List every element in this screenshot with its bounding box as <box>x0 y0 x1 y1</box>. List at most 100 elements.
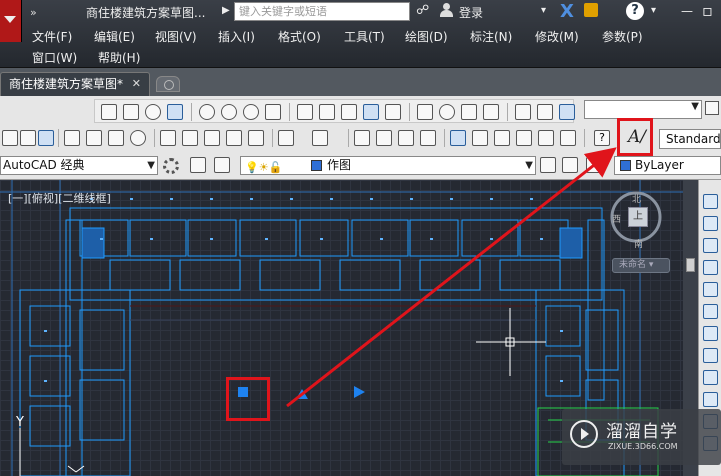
jogged-icon[interactable] <box>221 104 237 120</box>
erase-icon[interactable] <box>703 194 718 209</box>
help-dropdown-icon[interactable]: ▾ <box>651 5 656 16</box>
help-icon[interactable]: ? <box>626 2 644 20</box>
menu-modify[interactable]: 修改(M) <box>535 28 579 46</box>
ordinate-icon[interactable] <box>167 104 183 120</box>
rotate-icon[interactable] <box>703 326 718 341</box>
markup-icon[interactable] <box>538 130 554 146</box>
tolerance-icon[interactable] <box>417 104 433 120</box>
menu-window[interactable]: 窗口(W) <box>32 49 77 67</box>
viewcube-top-face[interactable]: 上 <box>628 207 648 227</box>
login-dropdown-icon[interactable]: ▾ <box>541 5 546 16</box>
undo-icon[interactable] <box>278 130 294 146</box>
autodesk-x-icon[interactable]: X <box>560 1 574 22</box>
minimize-icon[interactable]: — <box>681 4 693 18</box>
color-combo[interactable]: ByLayer <box>614 156 721 175</box>
sheet-set-icon[interactable] <box>516 130 532 146</box>
zoom-previous-icon[interactable] <box>420 130 436 146</box>
viewcube-west-label[interactable]: 西 <box>612 212 621 225</box>
help-button-icon[interactable]: ? <box>594 130 610 146</box>
grip-arrow-marker[interactable] <box>354 386 365 398</box>
gear-icon[interactable] <box>163 158 179 174</box>
title-expand-icon[interactable]: ▶ <box>222 5 230 16</box>
menu-insert[interactable]: 插入(I) <box>218 28 255 46</box>
dimension-break-icon[interactable] <box>385 104 401 120</box>
text-style-combo[interactable]: Standard <box>659 129 721 149</box>
copy-icon[interactable] <box>182 130 198 146</box>
menu-parametric[interactable]: 参数(P) <box>602 28 643 46</box>
jogged-linear-icon[interactable] <box>483 104 499 120</box>
menu-edit[interactable]: 编辑(E) <box>94 28 135 46</box>
search-input[interactable]: 键入关键字或短语 <box>234 2 410 21</box>
center-mark-icon[interactable] <box>439 104 455 120</box>
menu-help[interactable]: 帮助(H) <box>98 49 140 67</box>
zoom-realtime-icon[interactable] <box>376 130 392 146</box>
quick-dimension-icon[interactable] <box>297 104 313 120</box>
make-current-layer-icon[interactable] <box>540 157 556 173</box>
arc-length-icon[interactable] <box>145 104 161 120</box>
zoom-window-icon[interactable] <box>398 130 414 146</box>
layer-previous-icon[interactable] <box>562 157 578 173</box>
design-center-icon[interactable] <box>472 130 488 146</box>
paste-icon[interactable] <box>204 130 220 146</box>
dimension-text-edit-icon[interactable] <box>537 104 553 120</box>
dimension-space-icon[interactable] <box>363 104 379 120</box>
angular-icon[interactable] <box>265 104 281 120</box>
array-icon[interactable] <box>703 282 718 297</box>
plot-icon[interactable] <box>64 130 80 146</box>
mirror-icon[interactable] <box>703 238 718 253</box>
dimension-style-icon[interactable] <box>705 101 719 115</box>
menu-view[interactable]: 视图(V) <box>155 28 197 46</box>
exchange-icon[interactable] <box>584 3 598 17</box>
redo-icon[interactable] <box>312 130 328 146</box>
login-button[interactable]: 登录 <box>459 4 483 21</box>
inspection-icon[interactable] <box>461 104 477 120</box>
copy-object-icon[interactable] <box>703 216 718 231</box>
viewcube-south-label[interactable]: 南 <box>634 237 643 250</box>
match-properties-icon[interactable] <box>226 130 242 146</box>
menu-file[interactable]: 文件(F) <box>32 28 72 46</box>
menu-format[interactable]: 格式(O) <box>278 28 321 46</box>
viewcube-north-label[interactable]: 北 <box>632 192 641 205</box>
trim-icon[interactable] <box>703 392 718 407</box>
plot-preview-icon[interactable] <box>86 130 102 146</box>
baseline-icon[interactable] <box>319 104 335 120</box>
search-icon[interactable]: ☍ <box>416 3 429 18</box>
open-file-icon[interactable] <box>20 130 36 146</box>
new-tab-button[interactable] <box>156 76 180 92</box>
3d-dwf-icon[interactable] <box>130 130 146 146</box>
publish-icon[interactable] <box>108 130 124 146</box>
tool-palettes-icon[interactable] <box>494 130 510 146</box>
diameter-icon[interactable] <box>243 104 259 120</box>
layer-combo[interactable]: 💡☀🔓 作图 ▼ <box>240 156 536 175</box>
block-editor-icon[interactable] <box>248 130 264 146</box>
scale-icon[interactable] <box>703 348 718 363</box>
radius-icon[interactable] <box>199 104 215 120</box>
scrollbar-thumb[interactable] <box>686 258 695 272</box>
tab-drawing[interactable]: 商住楼建筑方案草图* ✕ <box>0 72 150 96</box>
grip-triangle-marker[interactable] <box>296 389 308 399</box>
save-icon[interactable] <box>38 130 54 146</box>
layer-properties-icon[interactable] <box>214 157 230 173</box>
linear-dimension-icon[interactable] <box>101 104 117 120</box>
dimension-update-icon[interactable] <box>559 104 575 120</box>
calculator-icon[interactable] <box>560 130 576 146</box>
workspace-combo[interactable]: AutoCAD 经典 ▼ <box>0 156 158 175</box>
pan-icon[interactable] <box>354 130 370 146</box>
stretch-icon[interactable] <box>703 370 718 385</box>
offset-icon[interactable] <box>703 260 718 275</box>
dimension-edit-icon[interactable] <box>515 104 531 120</box>
close-icon[interactable]: ✕ <box>132 73 141 95</box>
aligned-dimension-icon[interactable] <box>123 104 139 120</box>
dimension-style-combo[interactable]: ▼ <box>584 100 702 119</box>
move-icon[interactable] <box>703 304 718 319</box>
cut-icon[interactable] <box>160 130 176 146</box>
menu-tools[interactable]: 工具(T) <box>344 28 385 46</box>
menu-draw[interactable]: 绘图(D) <box>405 28 448 46</box>
wcs-menu[interactable]: 未命名 ▾ <box>612 258 670 273</box>
continue-icon[interactable] <box>341 104 357 120</box>
menu-dimension[interactable]: 标注(N) <box>470 28 512 46</box>
new-file-icon[interactable] <box>2 130 18 146</box>
user-icon[interactable] <box>440 3 453 17</box>
properties-icon[interactable] <box>450 130 466 146</box>
layer-states-icon[interactable] <box>586 157 602 173</box>
